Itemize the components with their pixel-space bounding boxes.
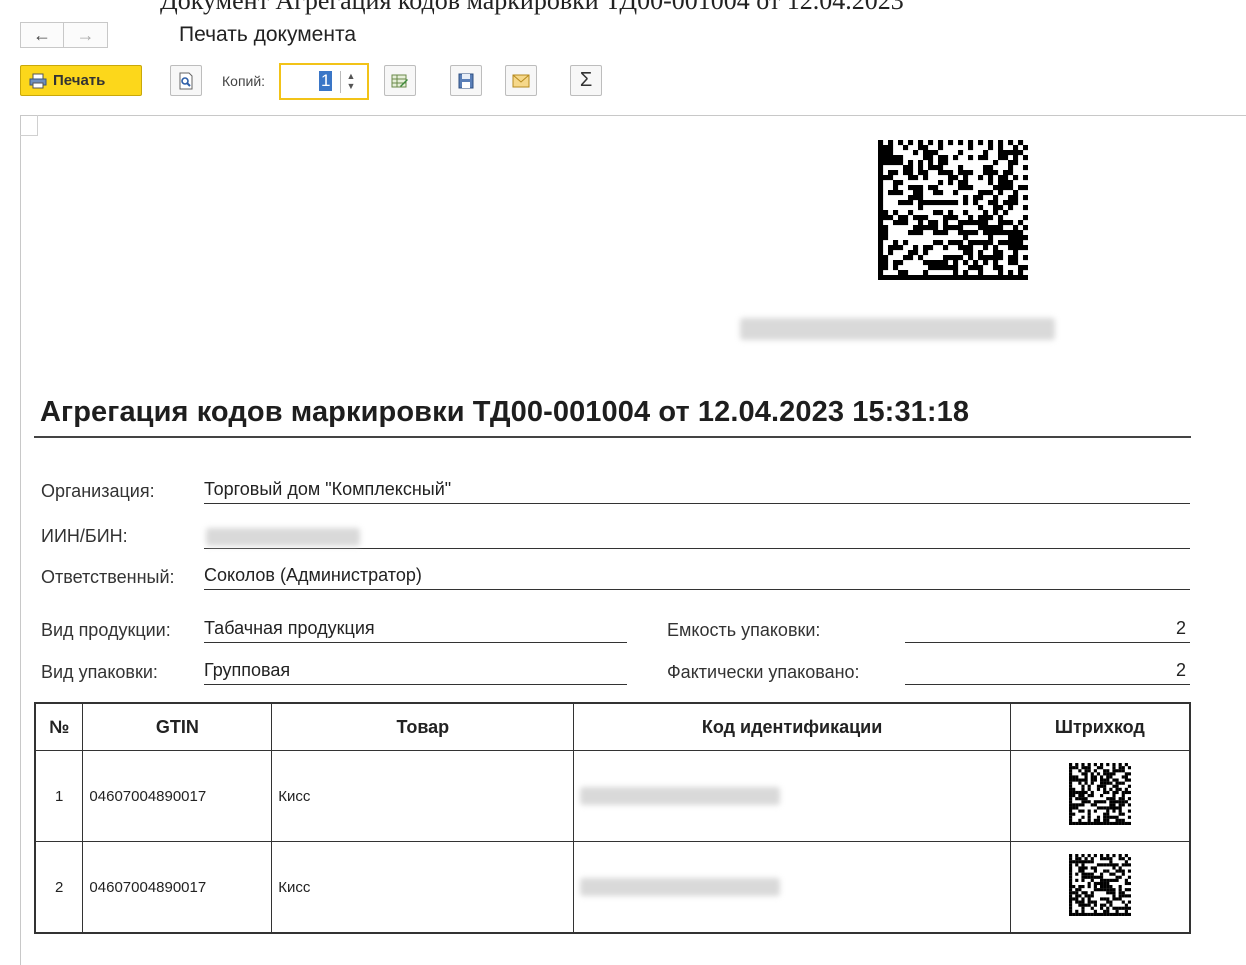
cut-off-header-text: Документ Агрегация кодов маркировки ТД00… — [160, 0, 904, 15]
package-type-field: Групповая — [204, 660, 627, 685]
edit-button[interactable] — [384, 65, 416, 96]
row-product: Кисс — [271, 750, 575, 842]
items-table: № GTIN Товар Код идентификации Штрихкод … — [34, 702, 1191, 934]
row-id-code — [573, 841, 1011, 934]
edit-icon — [391, 74, 408, 87]
datamatrix-small-code — [1068, 854, 1131, 917]
package-type-label: Вид упаковки: — [41, 662, 158, 682]
preview-icon — [179, 72, 193, 89]
spin-up-icon[interactable]: ▲ — [341, 71, 361, 81]
packed-field: 2 — [905, 660, 1190, 685]
header-product: Товар — [271, 702, 575, 751]
copies-field[interactable]: 1 ▲ ▼ — [279, 63, 369, 100]
header-gtin: GTIN — [82, 702, 273, 751]
blurred-id-code — [580, 878, 781, 896]
document-heading: Агрегация кодов маркировки ТД00-001004 о… — [40, 396, 970, 428]
page-title: Печать документа — [179, 23, 357, 46]
product-type-field: Табачная продукция — [204, 618, 627, 643]
header-id-code: Код идентификации — [573, 702, 1011, 751]
table-row[interactable]: 1 04607004890017 Кисс — [34, 750, 1191, 842]
row-num: 2 — [34, 841, 84, 934]
document-corner — [20, 115, 38, 136]
print-button-label: Печать — [53, 72, 106, 89]
save-icon — [458, 73, 474, 88]
save-button[interactable] — [450, 65, 482, 96]
print-button[interactable]: Печать — [20, 65, 142, 96]
responsible-field: Соколов (Администратор) — [204, 565, 1190, 590]
packed-value: 2 — [1175, 660, 1186, 680]
preview-button[interactable] — [170, 65, 202, 96]
responsible-label: Ответственный: — [41, 567, 175, 587]
blurred-code-text — [740, 318, 1055, 340]
responsible-value: Соколов (Администратор) — [204, 565, 422, 585]
sum-icon: Σ — [579, 69, 593, 91]
capacity-label: Емкость упаковки: — [667, 620, 821, 640]
table-header-row: № GTIN Товар Код идентификации Штрихкод — [34, 702, 1191, 751]
row-barcode — [1009, 841, 1191, 934]
spin-down-icon[interactable]: ▼ — [341, 81, 361, 91]
iin-label: ИИН/БИН: — [41, 526, 128, 546]
capacity-value: 2 — [1175, 618, 1186, 638]
header-barcode: Штрихкод — [1009, 702, 1191, 751]
datamatrix-small-code — [1068, 763, 1131, 826]
row-product: Кисс — [271, 841, 575, 934]
blurred-iin — [206, 528, 360, 546]
blurred-id-code — [580, 787, 781, 805]
row-num: 1 — [34, 750, 84, 842]
datamatrix-code — [878, 140, 1028, 280]
iin-field — [204, 524, 1190, 549]
printer-icon — [29, 73, 47, 88]
arrow-right-icon: → — [76, 24, 95, 45]
forward-button[interactable]: → — [64, 22, 108, 48]
row-gtin: 04607004890017 — [82, 750, 273, 842]
package-type-value: Групповая — [204, 660, 291, 680]
product-type-value: Табачная продукция — [204, 618, 375, 638]
organization-field: Торговый дом "Комплексный" — [204, 479, 1190, 504]
capacity-field: 2 — [905, 618, 1190, 643]
heading-underline — [34, 436, 1191, 438]
sum-button[interactable]: Σ — [570, 65, 602, 96]
mail-icon — [512, 74, 530, 87]
header-num: № — [34, 702, 84, 751]
row-gtin: 04607004890017 — [82, 841, 273, 934]
product-type-label: Вид продукции: — [41, 620, 171, 640]
navigation-buttons: ← → — [20, 22, 108, 48]
copies-label: Копий: — [222, 73, 266, 89]
row-id-code — [573, 750, 1011, 842]
packed-label: Фактически упаковано: — [667, 662, 860, 682]
cut-off-header: Документ Агрегация кодов маркировки ТД00… — [0, 0, 1246, 22]
organization-value: Торговый дом "Комплексный" — [204, 479, 452, 499]
copies-spinner[interactable]: ▲ ▼ — [340, 71, 361, 93]
copies-value: 1 — [319, 71, 333, 91]
arrow-left-icon: ← — [33, 24, 51, 45]
organization-label: Организация: — [41, 481, 155, 501]
table-row[interactable]: 2 04607004890017 Кисс — [34, 841, 1191, 934]
row-barcode — [1009, 750, 1191, 842]
mail-button[interactable] — [505, 65, 537, 96]
back-button[interactable]: ← — [20, 22, 64, 48]
